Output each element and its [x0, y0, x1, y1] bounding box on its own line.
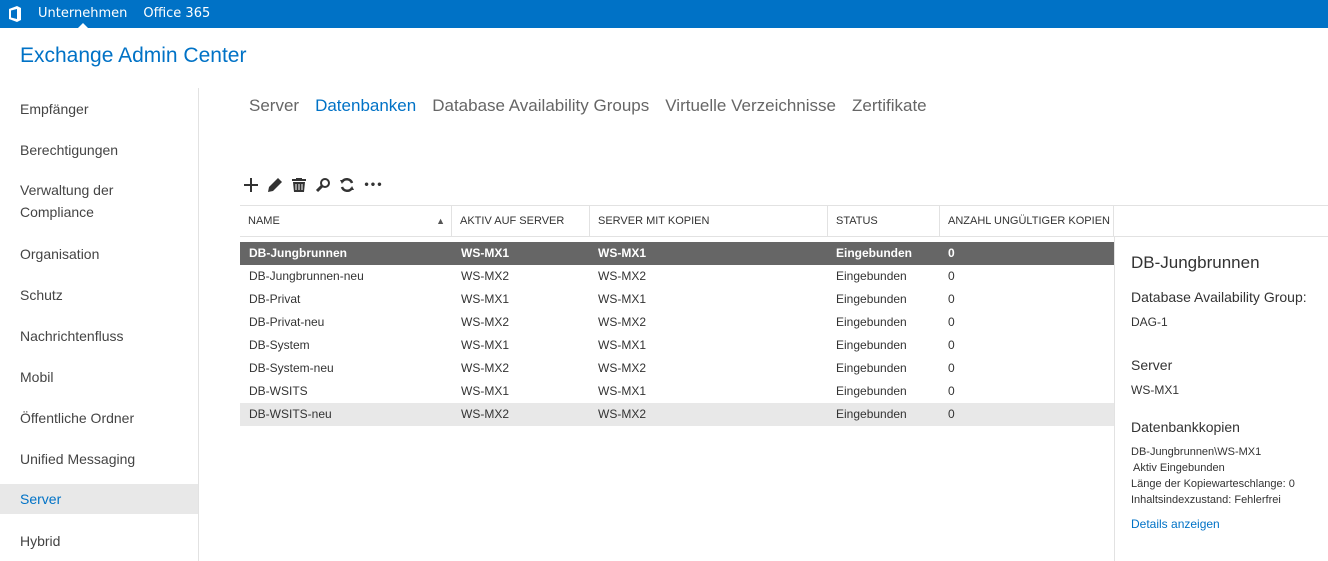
cell-copy-servers: WS-MX1 [598, 292, 646, 306]
tab-bar: Server Datenbanken Database Availability… [249, 96, 927, 116]
cell-copy-servers: WS-MX1 [598, 246, 646, 260]
cell-status: Eingebunden [836, 384, 907, 398]
table-header: NAME ▲ AKTIV AUF SERVER SERVER MIT KOPIE… [240, 205, 1328, 237]
table-row[interactable]: DB-System-neu WS-MX2 WS-MX2 Eingebunden … [240, 357, 1114, 380]
sidebar-item-schutz[interactable]: Schutz [0, 284, 198, 306]
database-list: DB-Jungbrunnen WS-MX1 WS-MX1 Eingebunden… [240, 242, 1114, 426]
topbar-link-office365[interactable]: Office 365 [135, 0, 218, 28]
cell-name: DB-Jungbrunnen [249, 246, 347, 260]
sort-ascending-icon: ▲ [436, 216, 445, 226]
sidebar: Empfänger Berechtigungen Verwaltung der … [0, 88, 199, 561]
sidebar-item-nachrichtenfluss[interactable]: Nachrichtenfluss [0, 325, 198, 347]
cell-active-server: WS-MX2 [461, 361, 509, 375]
cell-active-server: WS-MX1 [461, 292, 509, 306]
cell-status: Eingebunden [836, 407, 907, 421]
cell-status: Eingebunden [836, 269, 907, 283]
details-copy-queue: Länge der Kopiewarteschlange: 0 [1131, 478, 1295, 490]
top-bar: Unternehmen Office 365 [0, 0, 1328, 28]
cell-name: DB-WSITS [249, 384, 308, 398]
cell-name: DB-Privat [249, 292, 301, 306]
column-header-status[interactable]: STATUS [828, 206, 940, 236]
cell-active-server: WS-MX2 [461, 407, 509, 421]
column-header-server-mit-kopien[interactable]: SERVER MIT KOPIEN [590, 206, 828, 236]
details-show-link[interactable]: Details anzeigen [1131, 517, 1220, 531]
tab-virtuelle-verzeichnisse[interactable]: Virtuelle Verzeichnisse [665, 96, 836, 116]
cell-bad-copies: 0 [948, 384, 955, 398]
cell-bad-copies: 0 [948, 292, 955, 306]
cell-status: Eingebunden [836, 361, 907, 375]
cell-bad-copies: 0 [948, 246, 955, 260]
cell-active-server: WS-MX1 [461, 338, 509, 352]
cell-copy-servers: WS-MX2 [598, 269, 646, 283]
details-dag-label: Database Availability Group: [1131, 289, 1307, 305]
cell-bad-copies: 0 [948, 338, 955, 352]
cell-copy-servers: WS-MX1 [598, 384, 646, 398]
details-copy-status: Aktiv Eingebunden [1133, 462, 1225, 474]
column-header-label: NAME [248, 215, 280, 227]
cell-active-server: WS-MX2 [461, 315, 509, 329]
details-server-value: WS-MX1 [1131, 383, 1179, 397]
details-title: DB-Jungbrunnen [1131, 253, 1260, 272]
office-logo-icon[interactable] [0, 0, 30, 28]
cell-status: Eingebunden [836, 246, 912, 260]
app-title: Exchange Admin Center [20, 44, 247, 67]
search-icon[interactable] [314, 174, 332, 196]
table-row[interactable]: DB-WSITS-neu WS-MX2 WS-MX2 Eingebunden 0 [240, 403, 1114, 426]
table-row[interactable]: DB-Privat WS-MX1 WS-MX1 Eingebunden 0 [240, 288, 1114, 311]
table-row[interactable]: DB-System WS-MX1 WS-MX1 Eingebunden 0 [240, 334, 1114, 357]
cell-name: DB-Privat-neu [249, 315, 325, 329]
delete-icon[interactable] [290, 174, 308, 196]
table-row[interactable]: DB-Jungbrunnen-neu WS-MX2 WS-MX2 Eingebu… [240, 265, 1114, 288]
sidebar-item-berechtigungen[interactable]: Berechtigungen [0, 139, 198, 161]
cell-copy-servers: WS-MX1 [598, 338, 646, 352]
tab-datenbanken[interactable]: Datenbanken [315, 96, 416, 116]
details-copy-name: DB-Jungbrunnen\WS-MX1 [1131, 446, 1262, 458]
sidebar-item-mobil[interactable]: Mobil [0, 366, 198, 388]
cell-active-server: WS-MX1 [461, 384, 509, 398]
tab-zertifikate[interactable]: Zertifikate [852, 96, 927, 116]
sidebar-item-unified-messaging[interactable]: Unified Messaging [0, 448, 198, 470]
table-row[interactable]: DB-Jungbrunnen WS-MX1 WS-MX1 Eingebunden… [240, 242, 1114, 265]
cell-status: Eingebunden [836, 315, 907, 329]
cell-copy-servers: WS-MX2 [598, 407, 646, 421]
cell-bad-copies: 0 [948, 269, 955, 283]
tab-dag[interactable]: Database Availability Groups [432, 96, 649, 116]
edit-icon[interactable] [266, 174, 284, 196]
column-header-aktiv-auf-server[interactable]: AKTIV AUF SERVER [452, 206, 590, 236]
sidebar-item-organisation[interactable]: Organisation [0, 243, 198, 265]
toolbar: ••• [242, 174, 384, 196]
cell-name: DB-System [249, 338, 310, 352]
details-pane: DB-Jungbrunnen Database Availability Gro… [1114, 237, 1328, 561]
sidebar-item-server[interactable]: Server [0, 484, 198, 514]
details-dag-value: DAG-1 [1131, 315, 1168, 329]
sidebar-item-compliance[interactable]: Verwaltung der Compliance [0, 179, 198, 223]
add-icon[interactable] [242, 174, 260, 196]
cell-name: DB-System-neu [249, 361, 334, 375]
table-row[interactable]: DB-WSITS WS-MX1 WS-MX1 Eingebunden 0 [240, 380, 1114, 403]
sidebar-item-empfaenger[interactable]: Empfänger [0, 98, 198, 120]
cell-copy-servers: WS-MX2 [598, 361, 646, 375]
sidebar-item-oeffentliche-ordner[interactable]: Öffentliche Ordner [0, 407, 198, 429]
table-row[interactable]: DB-Privat-neu WS-MX2 WS-MX2 Eingebunden … [240, 311, 1114, 334]
cell-active-server: WS-MX2 [461, 269, 509, 283]
cell-bad-copies: 0 [948, 407, 955, 421]
cell-name: DB-WSITS-neu [249, 407, 332, 421]
cell-active-server: WS-MX1 [461, 246, 509, 260]
tab-server[interactable]: Server [249, 96, 299, 116]
cell-status: Eingebunden [836, 292, 907, 306]
details-copies-label: Datenbankkopien [1131, 419, 1240, 435]
cell-bad-copies: 0 [948, 361, 955, 375]
details-copy-index: Inhaltsindexzustand: Fehlerfrei [1131, 494, 1281, 506]
cell-status: Eingebunden [836, 338, 907, 352]
details-server-label: Server [1131, 357, 1173, 373]
topbar-link-unternehmen[interactable]: Unternehmen [30, 0, 135, 28]
column-header-ungueltige-kopien[interactable]: ANZAHL UNGÜLTIGER KOPIEN [940, 206, 1114, 236]
cell-bad-copies: 0 [948, 315, 955, 329]
more-icon[interactable]: ••• [362, 174, 384, 196]
column-header-name[interactable]: NAME ▲ [240, 206, 452, 236]
sidebar-item-hybrid[interactable]: Hybrid [0, 530, 198, 552]
cell-name: DB-Jungbrunnen-neu [249, 269, 364, 283]
refresh-icon[interactable] [338, 174, 356, 196]
cell-copy-servers: WS-MX2 [598, 315, 646, 329]
